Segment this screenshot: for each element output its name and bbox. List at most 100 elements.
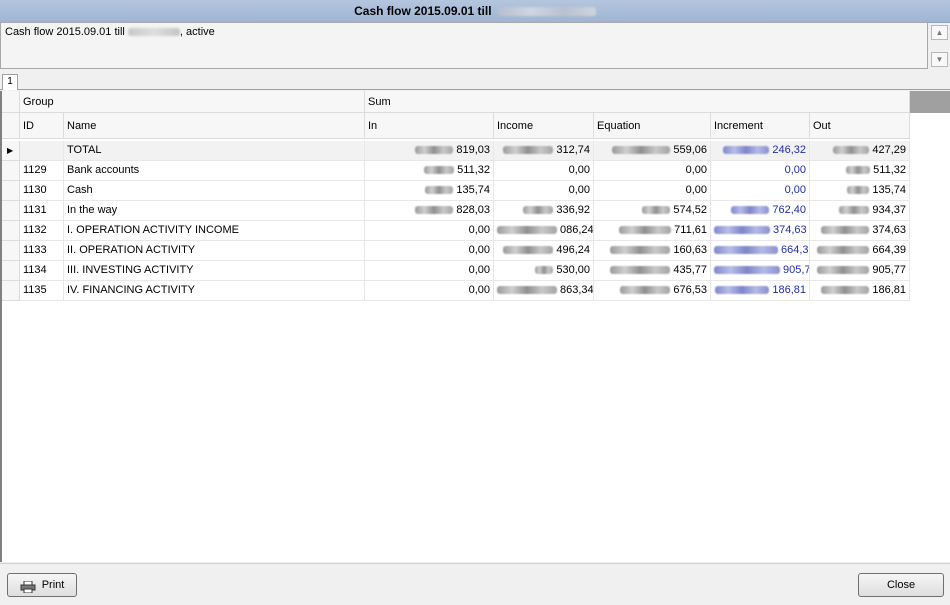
cell-increment[interactable]: 374,63: [711, 221, 810, 241]
cell-out[interactable]: 934,37: [810, 201, 910, 221]
cell-id[interactable]: [20, 141, 64, 161]
cell-out[interactable]: 905,77: [810, 261, 910, 281]
cell-income[interactable]: 0,00: [494, 161, 594, 181]
cell-increment[interactable]: 664,39: [711, 241, 810, 261]
cell-value: 0,00: [468, 224, 490, 236]
row-indicator[interactable]: [2, 161, 20, 181]
cell-in[interactable]: 135,74: [365, 181, 494, 201]
cell-value: I. OPERATION ACTIVITY INCOME: [67, 224, 239, 236]
redacted-digits: [610, 246, 671, 255]
cell-id[interactable]: 1129: [20, 161, 64, 181]
cell-name[interactable]: Cash: [64, 181, 365, 201]
cell-out[interactable]: 664,39: [810, 241, 910, 261]
redacted-digits: [833, 146, 870, 155]
printer-icon: [20, 579, 36, 594]
cell-out[interactable]: 186,81: [810, 281, 910, 301]
cell-equation[interactable]: 160,63: [594, 241, 711, 261]
column-header-id[interactable]: ID: [20, 113, 64, 139]
cell-value: 312,74: [556, 144, 590, 156]
close-button[interactable]: Close: [858, 573, 944, 597]
cell-out[interactable]: 427,29: [810, 141, 910, 161]
cell-in[interactable]: 511,32: [365, 161, 494, 181]
cell-in[interactable]: 819,03: [365, 141, 494, 161]
row-indicator[interactable]: [2, 221, 20, 241]
cell-value: 186,81: [772, 284, 806, 296]
cell-income[interactable]: 530,00: [494, 261, 594, 281]
column-header-name[interactable]: Name: [64, 113, 365, 139]
cell-id[interactable]: 1130: [20, 181, 64, 201]
cell-in[interactable]: 0,00: [365, 241, 494, 261]
column-header-in[interactable]: In: [365, 113, 494, 139]
cell-income[interactable]: 0,00: [494, 181, 594, 201]
cell-name[interactable]: II. OPERATION ACTIVITY: [64, 241, 365, 261]
cell-equation[interactable]: 676,53: [594, 281, 711, 301]
cell-value: 934,37: [872, 204, 906, 216]
cell-id[interactable]: 1131: [20, 201, 64, 221]
cell-equation[interactable]: 435,77: [594, 261, 711, 281]
cell-value: 511,32: [457, 164, 490, 176]
cell-in[interactable]: 0,00: [365, 221, 494, 241]
info-scroll-down-button[interactable]: ▼: [931, 52, 948, 67]
row-indicator-header: [2, 113, 20, 139]
cell-equation[interactable]: 711,61: [594, 221, 711, 241]
row-indicator[interactable]: ▶: [2, 141, 20, 161]
cell-name[interactable]: Bank accounts: [64, 161, 365, 181]
cell-out[interactable]: 511,32: [810, 161, 910, 181]
cell-value: TOTAL: [67, 144, 102, 156]
cell-value: Cash: [67, 184, 93, 196]
cell-in[interactable]: 828,03: [365, 201, 494, 221]
cell-name[interactable]: IV. FINANCING ACTIVITY: [64, 281, 365, 301]
column-header-out[interactable]: Out: [810, 113, 910, 139]
cell-id[interactable]: 1135: [20, 281, 64, 301]
column-header-income[interactable]: Income: [494, 113, 594, 139]
cell-id[interactable]: 1133: [20, 241, 64, 261]
tab-1[interactable]: 1: [2, 74, 18, 90]
cell-equation[interactable]: 0,00: [594, 181, 711, 201]
print-button[interactable]: Print: [7, 573, 77, 597]
footer-bar: Print Close: [0, 563, 950, 605]
sum-header: Sum: [365, 91, 910, 113]
cell-income[interactable]: 086,24: [494, 221, 594, 241]
cell-id[interactable]: 1134: [20, 261, 64, 281]
redacted-digits: [497, 286, 557, 295]
cell-income[interactable]: 863,34: [494, 281, 594, 301]
cell-value: 496,24: [556, 244, 590, 256]
cell-income[interactable]: 336,92: [494, 201, 594, 221]
cell-value: 1132: [23, 224, 47, 236]
column-header-equation[interactable]: Equation: [594, 113, 711, 139]
cell-name[interactable]: III. INVESTING ACTIVITY: [64, 261, 365, 281]
column-header-increment[interactable]: Increment: [711, 113, 810, 139]
cell-increment[interactable]: 186,81: [711, 281, 810, 301]
cell-equation[interactable]: 574,52: [594, 201, 711, 221]
cell-name[interactable]: I. OPERATION ACTIVITY INCOME: [64, 221, 365, 241]
cell-value: 435,77: [673, 264, 707, 276]
info-scroll-up-button[interactable]: ▲: [931, 25, 948, 40]
row-indicator[interactable]: [2, 241, 20, 261]
cell-in[interactable]: 0,00: [365, 281, 494, 301]
grid-scroll-corner: [910, 91, 950, 113]
redacted-digits: [714, 246, 778, 255]
cell-income[interactable]: 312,74: [494, 141, 594, 161]
cell-increment[interactable]: 0,00: [711, 161, 810, 181]
cell-name[interactable]: TOTAL: [64, 141, 365, 161]
cell-income[interactable]: 496,24: [494, 241, 594, 261]
redacted-digits: [610, 266, 671, 275]
row-indicator[interactable]: [2, 281, 20, 301]
cell-increment[interactable]: 246,32: [711, 141, 810, 161]
cell-out[interactable]: 135,74: [810, 181, 910, 201]
cell-out[interactable]: 374,63: [810, 221, 910, 241]
redacted-digits: [714, 266, 780, 275]
cell-increment[interactable]: 762,40: [711, 201, 810, 221]
cell-id[interactable]: 1132: [20, 221, 64, 241]
window-titlebar: Cash flow 2015.09.01 till: [0, 0, 950, 23]
row-indicator[interactable]: [2, 181, 20, 201]
row-indicator[interactable]: [2, 261, 20, 281]
window-title: Cash flow 2015.09.01 till: [354, 4, 492, 18]
row-indicator[interactable]: [2, 201, 20, 221]
cell-equation[interactable]: 0,00: [594, 161, 711, 181]
cell-increment[interactable]: 905,77: [711, 261, 810, 281]
cell-in[interactable]: 0,00: [365, 261, 494, 281]
cell-equation[interactable]: 559,06: [594, 141, 711, 161]
cell-increment[interactable]: 0,00: [711, 181, 810, 201]
cell-name[interactable]: In the way: [64, 201, 365, 221]
